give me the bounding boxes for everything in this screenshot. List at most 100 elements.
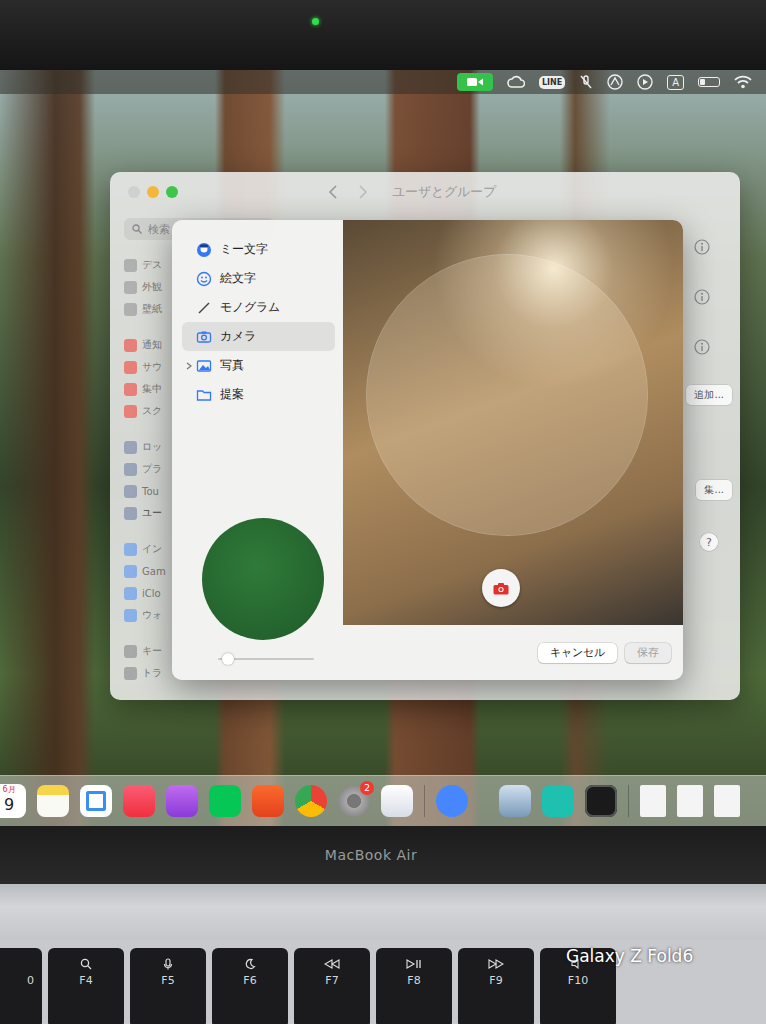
title-bar: ユーザとグループ [110, 172, 740, 212]
brave-app-icon[interactable] [252, 785, 284, 817]
close-button[interactable] [128, 186, 140, 198]
settings-app-icon[interactable]: 2 [338, 785, 370, 817]
source-item[interactable]: 絵文字 [182, 264, 335, 293]
back-arrow-icon[interactable] [328, 185, 338, 199]
memoji-icon [196, 242, 212, 258]
preview-app-icon[interactable] [499, 785, 531, 817]
settings-pane-icon [124, 405, 137, 418]
function-key[interactable]: F7 [294, 948, 370, 1024]
function-key[interactable]: 0 [0, 948, 42, 1024]
microphone-icon [162, 958, 174, 970]
doc-app-icon[interactable] [714, 785, 740, 817]
nord-app-icon[interactable] [436, 785, 468, 817]
freeform-app-icon[interactable] [80, 785, 112, 817]
notification-badge: 2 [360, 781, 374, 795]
camera-icon [196, 329, 212, 345]
settings-pane-icon [124, 667, 137, 680]
settings-pane-icon [124, 339, 137, 352]
doc-app-icon[interactable] [640, 785, 666, 817]
info-icon[interactable] [694, 289, 710, 305]
settings-pane-icon [124, 303, 137, 316]
model-label: MacBook Air [325, 847, 441, 863]
function-key[interactable]: F8 [376, 948, 452, 1024]
disclosure-icon[interactable] [186, 362, 192, 370]
settings-pane-icon [124, 463, 137, 476]
source-item[interactable]: カメラ [182, 322, 335, 351]
wifi-icon[interactable] [734, 75, 752, 89]
creative-cloud-icon[interactable] [507, 75, 525, 89]
desktop: ユーザとグループ 検索 デス 外観 壁紙 通知 サウ 集中 スク ロッ プラ T… [0, 94, 766, 775]
play-icon[interactable] [637, 74, 653, 90]
laptop-body [0, 884, 766, 940]
bottom-bezel: MacBook Air [0, 826, 766, 884]
camera-icon [493, 582, 509, 595]
minimize-button[interactable] [147, 186, 159, 198]
settings-pane-icon [124, 281, 137, 294]
search-icon [80, 958, 92, 970]
dock-separator [424, 785, 425, 817]
source-item[interactable]: 提案 [182, 380, 335, 409]
dock-separator [628, 785, 629, 817]
settings-pane-icon [124, 441, 137, 454]
notes-app-icon[interactable] [37, 785, 69, 817]
window-title: ユーザとグループ [392, 183, 496, 201]
picture-picker-dialog: ミー文字 絵文字 モノグラム カメラ 写真 提案 キャンセル保存 [172, 220, 683, 680]
settings-pane-icon [124, 587, 137, 600]
camera-watermark: Galaxy Z Fold6 [566, 946, 693, 966]
play-pause-icon [406, 959, 422, 969]
surf-app-icon[interactable] [542, 785, 574, 817]
action-button[interactable]: 集... [696, 480, 732, 500]
dialog-button[interactable]: キャンセル [538, 643, 617, 663]
line-menu-icon[interactable]: LINE [539, 76, 565, 89]
take-photo-button[interactable] [482, 569, 520, 607]
settings-pane-icon [124, 609, 137, 622]
picture-source-list: ミー文字 絵文字 モノグラム カメラ 写真 提案 [172, 220, 343, 680]
source-item[interactable]: ミー文字 [182, 235, 335, 264]
emoji-icon [196, 271, 212, 287]
info-icon[interactable] [694, 339, 710, 355]
function-key[interactable]: F6 [212, 948, 288, 1024]
muted-icon[interactable] [579, 75, 593, 89]
dock: 6月 9 2 [0, 775, 766, 826]
photos-icon [196, 358, 212, 374]
function-key[interactable]: F5 [130, 948, 206, 1024]
line-app-icon[interactable] [209, 785, 241, 817]
camera-view [343, 220, 683, 625]
settings-pane-icon [124, 259, 137, 272]
top-bezel [0, 0, 766, 70]
podcasts-app-icon[interactable] [166, 785, 198, 817]
battery-icon[interactable] [698, 77, 720, 87]
input-source[interactable]: A [667, 75, 684, 90]
chrome-app-icon[interactable] [295, 785, 327, 817]
photo-of-laptop: LINE A ユーザとグループ 検索 デス 外観 壁紙 通知 サウ 集中 スク … [0, 0, 766, 1024]
crop-circle[interactable] [367, 255, 647, 535]
settings-pane-icon [124, 543, 137, 556]
help-button[interactable]: ? [700, 533, 718, 551]
dialog-buttons: キャンセル保存 [343, 625, 683, 680]
function-key[interactable]: F9 [458, 948, 534, 1024]
settings-pane-icon [124, 361, 137, 374]
source-item[interactable]: 写真 [182, 351, 335, 380]
settings-pane-icon [124, 383, 137, 396]
calendar-app-icon[interactable]: 6月 9 [0, 784, 26, 818]
zoom-slider[interactable] [218, 652, 314, 666]
forward-arrow-icon[interactable] [358, 185, 368, 199]
function-key[interactable]: F4 [48, 948, 124, 1024]
screen: LINE A ユーザとグループ 検索 デス 外観 壁紙 通知 サウ 集中 スク … [0, 70, 766, 826]
picture-preview [202, 518, 324, 640]
zoom-button[interactable] [166, 186, 178, 198]
action-button[interactable]: 追加... [686, 385, 732, 405]
arc-icon[interactable] [607, 74, 623, 90]
music-app-icon[interactable] [123, 785, 155, 817]
source-item[interactable]: モノグラム [182, 293, 335, 322]
folder-icon [196, 387, 212, 403]
settings-pane-icon [124, 485, 137, 498]
search-icon [132, 224, 142, 234]
activity-app-icon[interactable] [585, 785, 617, 817]
dialog-button[interactable]: 保存 [625, 643, 671, 663]
moon-icon [244, 958, 256, 970]
camera-in-use-icon[interactable] [457, 73, 493, 91]
doc-app-icon[interactable] [677, 785, 703, 817]
info-icon[interactable] [694, 239, 710, 255]
clip-app-icon[interactable] [381, 785, 413, 817]
